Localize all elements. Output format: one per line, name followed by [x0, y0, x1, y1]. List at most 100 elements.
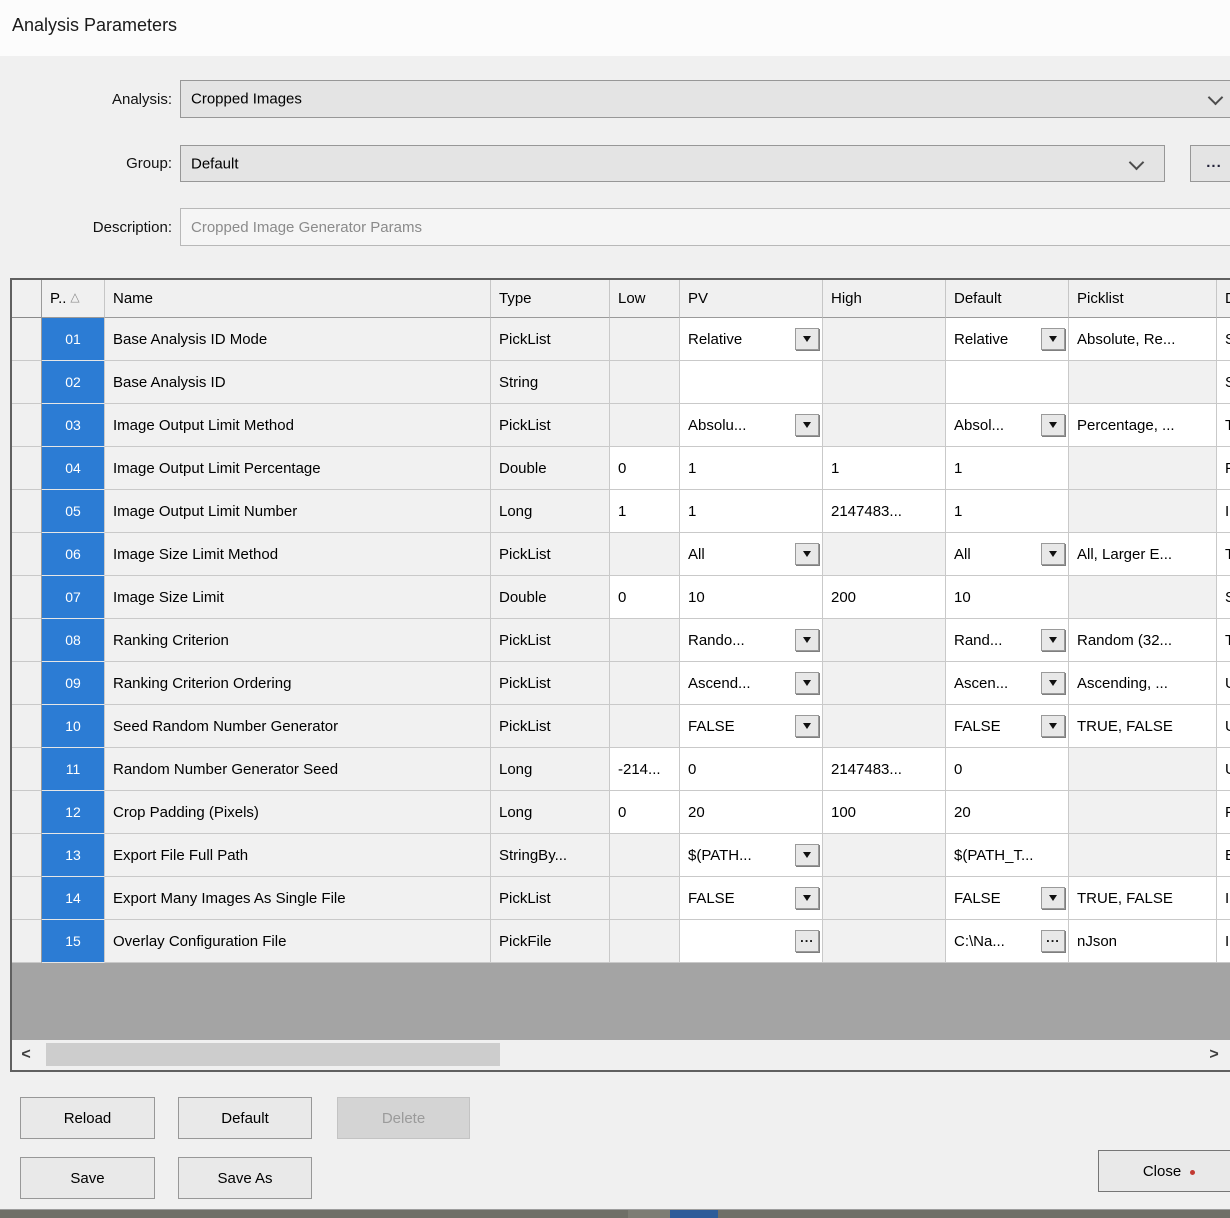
param-type-cell[interactable]: String: [491, 361, 610, 404]
pv-cell[interactable]: Relative: [680, 318, 823, 361]
high-cell[interactable]: 100: [823, 791, 946, 834]
default-cell-browse-button[interactable]: ...: [1041, 930, 1065, 952]
param-type-cell[interactable]: PickList: [491, 404, 610, 447]
pv-cell[interactable]: 1: [680, 447, 823, 490]
picklist-cell[interactable]: Percentage, ...: [1069, 404, 1217, 447]
default-cell[interactable]: FALSE: [946, 705, 1069, 748]
row-number-cell[interactable]: 07: [42, 576, 105, 619]
column-header-pv[interactable]: PV: [680, 280, 823, 318]
pv-cell-dropdown-button[interactable]: [795, 328, 819, 350]
default-cell-dropdown-button[interactable]: [1041, 715, 1065, 737]
default-cell[interactable]: Absol...: [946, 404, 1069, 447]
param-name-cell[interactable]: Image Output Limit Number: [105, 490, 491, 533]
picklist-cell[interactable]: [1069, 361, 1217, 404]
param-type-cell[interactable]: PickList: [491, 705, 610, 748]
low-cell[interactable]: 1: [610, 490, 680, 533]
pv-cell-dropdown-button[interactable]: [795, 887, 819, 909]
row-selector[interactable]: [12, 834, 42, 877]
default-cell[interactable]: 20: [946, 791, 1069, 834]
row-number-cell[interactable]: 13: [42, 834, 105, 877]
scroll-right-arrow-icon[interactable]: >: [1200, 1040, 1228, 1070]
row-number-cell[interactable]: 05: [42, 490, 105, 533]
low-cell[interactable]: [610, 361, 680, 404]
row-selector[interactable]: [12, 877, 42, 920]
row-selector[interactable]: [12, 533, 42, 576]
pv-cell[interactable]: $(PATH...: [680, 834, 823, 877]
pv-cell-dropdown-button[interactable]: [795, 629, 819, 651]
high-cell[interactable]: [823, 404, 946, 447]
row-selector[interactable]: [12, 447, 42, 490]
default-cell-dropdown-button[interactable]: [1041, 672, 1065, 694]
param-type-cell[interactable]: StringBy...: [491, 834, 610, 877]
default-cell[interactable]: [946, 361, 1069, 404]
high-cell[interactable]: 1: [823, 447, 946, 490]
param-type-cell[interactable]: Long: [491, 490, 610, 533]
picklist-cell[interactable]: [1069, 447, 1217, 490]
column-header-position[interactable]: P..△: [42, 280, 105, 318]
column-header-type[interactable]: Type: [491, 280, 610, 318]
row-selector[interactable]: [12, 490, 42, 533]
default-cell-dropdown-button[interactable]: [1041, 328, 1065, 350]
pv-cell-browse-button[interactable]: ...: [795, 930, 819, 952]
pv-cell[interactable]: ...: [680, 920, 823, 963]
row-number-cell[interactable]: 02: [42, 361, 105, 404]
low-cell[interactable]: [610, 877, 680, 920]
default-button[interactable]: Default: [178, 1097, 312, 1139]
low-cell[interactable]: 0: [610, 576, 680, 619]
pv-cell[interactable]: 20: [680, 791, 823, 834]
row-selector[interactable]: [12, 662, 42, 705]
default-cell[interactable]: FALSE: [946, 877, 1069, 920]
picklist-cell[interactable]: All, Larger E...: [1069, 533, 1217, 576]
pv-cell[interactable]: [680, 361, 823, 404]
horizontal-scrollbar[interactable]: < >: [12, 1040, 1230, 1070]
low-cell[interactable]: 0: [610, 447, 680, 490]
row-selector[interactable]: [12, 404, 42, 447]
high-cell[interactable]: [823, 834, 946, 877]
high-cell[interactable]: [823, 705, 946, 748]
param-name-cell[interactable]: Seed Random Number Generator: [105, 705, 491, 748]
low-cell[interactable]: [610, 662, 680, 705]
scrollbar-thumb[interactable]: [46, 1043, 500, 1066]
param-name-cell[interactable]: Export Many Images As Single File: [105, 877, 491, 920]
param-type-cell[interactable]: PickList: [491, 619, 610, 662]
picklist-cell[interactable]: TRUE, FALSE: [1069, 877, 1217, 920]
param-name-cell[interactable]: Image Size Limit: [105, 576, 491, 619]
low-cell[interactable]: [610, 705, 680, 748]
low-cell[interactable]: [610, 834, 680, 877]
default-cell[interactable]: Relative: [946, 318, 1069, 361]
grid-corner-cell[interactable]: [12, 280, 42, 318]
low-cell[interactable]: [610, 619, 680, 662]
low-cell[interactable]: [610, 404, 680, 447]
high-cell[interactable]: 200: [823, 576, 946, 619]
param-name-cell[interactable]: Image Output Limit Method: [105, 404, 491, 447]
param-type-cell[interactable]: PickList: [491, 533, 610, 576]
scroll-left-arrow-icon[interactable]: <: [12, 1040, 40, 1070]
param-name-cell[interactable]: Base Analysis ID: [105, 361, 491, 404]
delete-button[interactable]: Delete: [337, 1097, 470, 1139]
high-cell[interactable]: [823, 619, 946, 662]
low-cell[interactable]: -214...: [610, 748, 680, 791]
row-number-cell[interactable]: 10: [42, 705, 105, 748]
param-type-cell[interactable]: Long: [491, 748, 610, 791]
row-selector[interactable]: [12, 576, 42, 619]
param-name-cell[interactable]: Random Number Generator Seed: [105, 748, 491, 791]
param-name-cell[interactable]: Image Size Limit Method: [105, 533, 491, 576]
column-header-low[interactable]: Low: [610, 280, 680, 318]
low-cell[interactable]: [610, 920, 680, 963]
param-name-cell[interactable]: Base Analysis ID Mode: [105, 318, 491, 361]
high-cell[interactable]: 2147483...: [823, 490, 946, 533]
reload-button[interactable]: Reload: [20, 1097, 155, 1139]
param-type-cell[interactable]: Long: [491, 791, 610, 834]
param-name-cell[interactable]: Ranking Criterion Ordering: [105, 662, 491, 705]
default-cell[interactable]: 1: [946, 447, 1069, 490]
row-selector[interactable]: [12, 920, 42, 963]
default-cell-dropdown-button[interactable]: [1041, 887, 1065, 909]
row-selector[interactable]: [12, 748, 42, 791]
row-selector[interactable]: [12, 705, 42, 748]
group-browse-button[interactable]: ...: [1190, 145, 1230, 182]
param-name-cell[interactable]: Export File Full Path: [105, 834, 491, 877]
row-number-cell[interactable]: 14: [42, 877, 105, 920]
group-combobox[interactable]: Default: [180, 145, 1165, 182]
default-cell[interactable]: 0: [946, 748, 1069, 791]
picklist-cell[interactable]: [1069, 490, 1217, 533]
